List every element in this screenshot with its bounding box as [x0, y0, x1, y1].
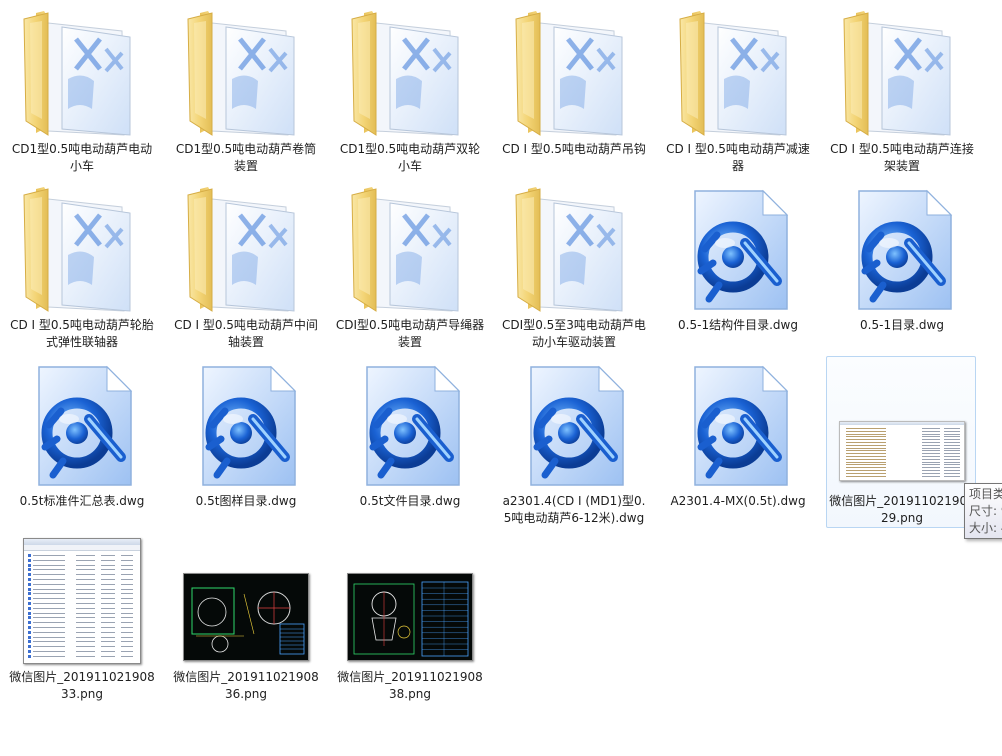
tooltip-type: 项目类 [969, 487, 1002, 501]
dwg-file-icon [674, 361, 802, 489]
folder-icon [18, 9, 146, 137]
folder-icon [674, 9, 802, 137]
dwg-file-item[interactable]: 0.5t图样目录.dwg [170, 356, 320, 528]
image-thumbnail [346, 537, 474, 665]
folder-item[interactable]: CDI型0.5吨电动葫芦导绳器装置 [334, 180, 484, 352]
item-name: CD1型0.5吨电动葫芦卷筒装置 [175, 142, 317, 173]
item-name: CD I 型0.5吨电动葫芦连接架装置 [830, 142, 974, 173]
dwg-file-item[interactable]: 0.5t标准件汇总表.dwg [6, 356, 156, 528]
dwg-file-icon [674, 185, 802, 313]
item-name: CD I 型0.5吨电动葫芦轮胎式弹性联轴器 [10, 318, 154, 349]
folder-icon [510, 9, 638, 137]
folder-item[interactable]: CD1型0.5吨电动葫芦双轮小车 [334, 4, 484, 176]
image-thumbnail [838, 361, 966, 489]
item-name: CD1型0.5吨电动葫芦电动小车 [11, 142, 153, 173]
item-name: 微信图片_20191102190833.png [9, 670, 155, 701]
file-tooltip: 项目类 尺寸: 9 大小: 4 [964, 483, 1002, 539]
tooltip-size: 大小: 4 [969, 521, 1002, 535]
dwg-file-icon [182, 361, 310, 489]
item-name: 0.5t文件目录.dwg [359, 494, 461, 508]
folder-icon [510, 185, 638, 313]
item-name: CD1型0.5吨电动葫芦双轮小车 [339, 142, 481, 173]
folder-icon [182, 9, 310, 137]
item-name: 微信图片_20191102190836.png [173, 670, 319, 701]
dwg-file-icon [510, 361, 638, 489]
item-name: CD I 型0.5吨电动葫芦中间轴装置 [174, 318, 318, 349]
item-name: 0.5t图样目录.dwg [195, 494, 297, 508]
folder-item[interactable]: CD I 型0.5吨电动葫芦减速器 [662, 4, 812, 176]
png-file-item[interactable]: 微信图片_20191102190833.png [6, 532, 156, 704]
item-name: CDI型0.5吨电动葫芦导绳器装置 [335, 318, 485, 349]
folder-item[interactable]: CD1型0.5吨电动葫芦卷筒装置 [170, 4, 320, 176]
item-name: a2301.4(CD I (MD1)型0.5吨电动葫芦6-12米).dwg [502, 494, 646, 525]
dwg-file-item[interactable]: A2301.4-MX(0.5t).dwg [662, 356, 812, 528]
png-file-item[interactable]: 微信图片_20191102190838.png [334, 532, 484, 704]
image-thumbnail [18, 537, 146, 665]
tooltip-dimensions: 尺寸: 9 [969, 504, 1002, 518]
dwg-file-icon [346, 361, 474, 489]
folder-item[interactable]: CD I 型0.5吨电动葫芦连接架装置 [826, 4, 976, 176]
item-name: 微信图片_20191102190829.png [829, 494, 975, 525]
folder-item[interactable]: CD I 型0.5吨电动葫芦中间轴装置 [170, 180, 320, 352]
folder-icon [346, 185, 474, 313]
item-name: 0.5-1目录.dwg [860, 318, 944, 332]
item-name: CDI型0.5至3吨电动葫芦电动小车驱动装置 [502, 318, 646, 349]
dwg-file-item[interactable]: 0.5-1结构件目录.dwg [662, 180, 812, 352]
item-name: CD I 型0.5吨电动葫芦减速器 [666, 142, 810, 173]
dwg-file-item[interactable]: 0.5t文件目录.dwg [334, 356, 484, 528]
folder-icon [346, 9, 474, 137]
dwg-file-icon [18, 361, 146, 489]
folder-item[interactable]: CD I 型0.5吨电动葫芦吊钩 [498, 4, 648, 176]
folder-icon [838, 9, 966, 137]
folder-item[interactable]: CD1型0.5吨电动葫芦电动小车 [6, 4, 156, 176]
dwg-file-icon [838, 185, 966, 313]
png-file-item[interactable]: 微信图片_20191102190829.png [826, 356, 976, 528]
file-view: CD1型0.5吨电动葫芦电动小车 CD1型0.5吨电动葫芦卷筒装置 CD1型0.… [0, 0, 1002, 756]
folder-item[interactable]: CDI型0.5至3吨电动葫芦电动小车驱动装置 [498, 180, 648, 352]
png-file-item[interactable]: 微信图片_20191102190836.png [170, 532, 320, 704]
item-name: 微信图片_20191102190838.png [337, 670, 483, 701]
item-name: 0.5-1结构件目录.dwg [678, 318, 798, 332]
item-name: CD I 型0.5吨电动葫芦吊钩 [502, 142, 646, 156]
folder-icon [18, 185, 146, 313]
dwg-file-item[interactable]: a2301.4(CD I (MD1)型0.5吨电动葫芦6-12米).dwg [498, 356, 648, 528]
item-name: A2301.4-MX(0.5t).dwg [670, 494, 806, 508]
folder-item[interactable]: CD I 型0.5吨电动葫芦轮胎式弹性联轴器 [6, 180, 156, 352]
folder-icon [182, 185, 310, 313]
dwg-file-item[interactable]: 0.5-1目录.dwg [826, 180, 976, 352]
image-thumbnail [182, 537, 310, 665]
item-name: 0.5t标准件汇总表.dwg [19, 494, 145, 508]
